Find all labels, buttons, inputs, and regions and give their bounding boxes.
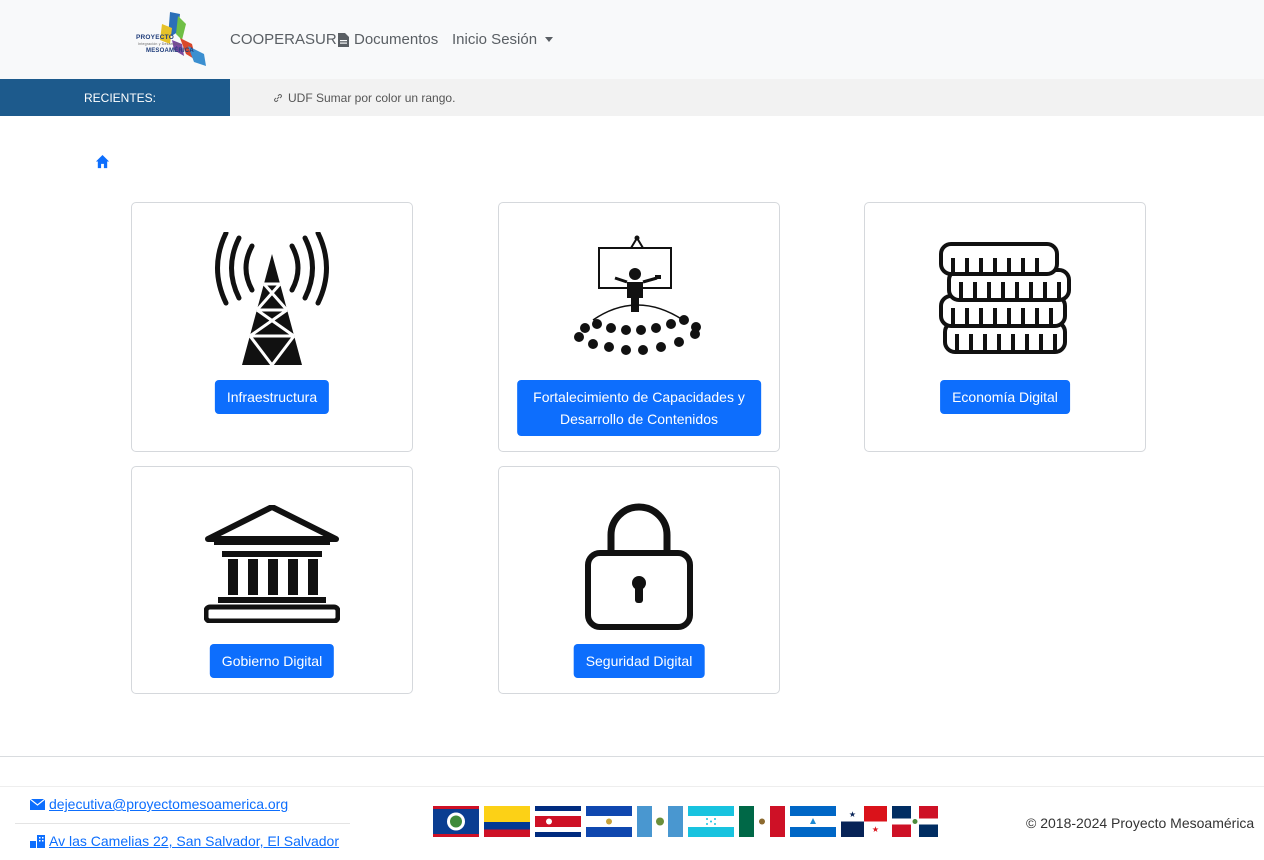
proyecto-mesoamerica-logo[interactable]: PROYECTO Integración y Desarrollo MESOAM… [134,10,210,68]
card-infraestructura: Infraestructura [131,202,413,452]
logo-word-2: Integración y Desarrollo [138,42,180,46]
nav-login-dropdown[interactable]: Inicio Sesión [452,31,554,48]
footer-address-link[interactable]: Av las Camelias 22, San Salvador, El Sal… [30,833,339,849]
footer-address-text: Av las Camelias 22, San Salvador, El Sal… [49,833,340,849]
government-building-icon [204,505,340,623]
recent-item-link[interactable]: UDF Sumar por color un rango. [273,79,455,116]
recent-label: RECIENTES: [0,79,230,116]
coins-icon [939,242,1071,354]
nav-login-label: Inicio Sesión [452,31,538,48]
recent-bar: RECIENTES: UDF Sumar por color un rango. [0,79,1264,116]
gobierno-digital-button[interactable]: Gobierno Digital [209,644,335,678]
building-icon [30,834,45,848]
fortalecimiento-button-line1: Fortalecimiento de Capacidades y [533,389,745,405]
seguridad-digital-button[interactable]: Seguridad Digital [573,644,705,678]
infraestructura-button[interactable]: Infraestructura [214,380,330,414]
envelope-icon [30,798,45,810]
home-icon[interactable] [95,154,110,169]
classroom-icon [574,235,701,355]
logo-word-3: MESOAMÉRICA [146,48,194,54]
copyright-text: © 2018-2024 Proyecto Mesoamérica [1026,815,1255,831]
flag-colombia-icon [484,806,530,837]
fortalecimiento-button[interactable]: Fortalecimiento de Capacidades y Desarro… [517,380,761,436]
flag-panama-icon: ★ ★ [841,806,887,837]
caret-down-icon [545,37,554,42]
document-icon [338,32,349,47]
card-gobierno-digital: Gobierno Digital [131,466,413,694]
flag-belice-icon [433,806,479,837]
padlock-icon [585,503,693,630]
footer-link-separator [15,823,350,824]
flag-mexico-icon [739,806,785,837]
nav-documentos-label: Documentos [354,31,439,48]
flag-honduras-icon [688,806,734,837]
nav-cooperasur-link[interactable]: COOPERASUR [230,31,337,48]
flag-guatemala-icon [637,806,683,837]
country-flags: ★ ★ [433,806,938,838]
footer-divider-light [0,786,1264,787]
economia-digital-button[interactable]: Economía Digital [940,380,1070,414]
fortalecimiento-button-line2: Desarrollo de Contenidos [560,411,718,427]
recent-item-label: UDF Sumar por color un rango. [288,90,456,105]
flag-el-salvador-icon [586,806,632,837]
nav-documentos-link[interactable]: Documentos [338,31,438,48]
footer-email-text: dejecutiva@proyectomesoamerica.org [49,796,289,812]
flag-nicaragua-icon [790,806,836,837]
link-icon [273,93,283,102]
flag-costa-rica-icon [535,806,581,837]
card-seguridad-digital: Seguridad Digital [498,466,780,694]
antenna-tower-icon [215,232,329,366]
logo-word-1: PROYECTO [136,34,174,41]
svg-text:★: ★ [849,810,856,819]
top-navbar: PROYECTO Integración y Desarrollo MESOAM… [0,0,1264,79]
nav-cooperasur-label: COOPERASUR [230,31,337,48]
footer-email-link[interactable]: dejecutiva@proyectomesoamerica.org [30,796,288,812]
card-economia-digital: Economía Digital [864,202,1146,452]
flag-republica-dominicana-icon [892,806,938,837]
svg-text:★: ★ [872,825,879,834]
card-fortalecimiento: Fortalecimiento de Capacidades y Desarro… [498,202,780,452]
footer-divider [0,756,1264,757]
